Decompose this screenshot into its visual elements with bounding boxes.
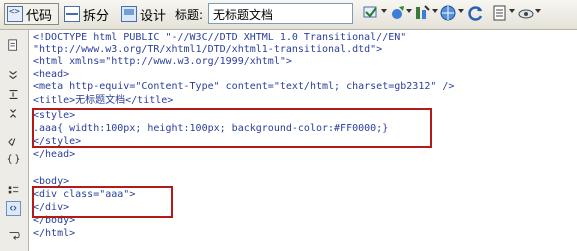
visual-aids-icon[interactable] bbox=[517, 4, 535, 22]
split-view-button[interactable]: 拆分 bbox=[62, 3, 117, 25]
div-block-highlight bbox=[32, 186, 173, 218]
view-options-dropdown-icon[interactable] bbox=[509, 9, 515, 13]
globe-icon[interactable] bbox=[439, 4, 457, 22]
compatibility-dropdown-icon[interactable] bbox=[432, 9, 438, 13]
open-documents-icon[interactable] bbox=[6, 38, 21, 53]
preview-dropdown-icon[interactable] bbox=[406, 9, 412, 13]
document-toolbar: 代码 拆分 设计 标题: 无标题文档 bbox=[0, 0, 577, 30]
word-wrap-icon[interactable] bbox=[6, 228, 21, 243]
code-view-icon bbox=[7, 6, 23, 22]
style-block-highlight bbox=[32, 108, 432, 148]
balance-braces-icon[interactable] bbox=[6, 152, 21, 167]
code-view-label: 代码 bbox=[26, 8, 53, 24]
design-view-label: 设计 bbox=[140, 8, 167, 24]
preview-browser-icon[interactable] bbox=[389, 4, 407, 22]
refresh-icon[interactable] bbox=[467, 4, 485, 22]
code-view-button[interactable]: 代码 bbox=[4, 3, 59, 25]
collapse-tag-icon[interactable] bbox=[6, 67, 21, 82]
line-numbers-icon[interactable] bbox=[6, 182, 21, 197]
code-line: </head> bbox=[33, 149, 76, 160]
highlight-invalid-code-icon[interactable] bbox=[6, 201, 21, 216]
visual-aids-dropdown-icon[interactable] bbox=[535, 9, 541, 13]
code-line: <html xmlns="http://www.w3.org/1999/xhtm… bbox=[33, 56, 292, 67]
split-view-label: 拆分 bbox=[83, 8, 110, 24]
code-line: <meta http-equiv="Content-Type" content=… bbox=[33, 81, 455, 92]
split-view-icon bbox=[64, 6, 80, 22]
coding-toolbar bbox=[0, 30, 29, 251]
globe-dropdown-icon[interactable] bbox=[458, 9, 464, 13]
check-compatibility-icon[interactable] bbox=[413, 4, 431, 22]
collapse-selection-icon[interactable] bbox=[6, 87, 21, 102]
select-parent-tag-icon[interactable] bbox=[6, 135, 21, 150]
file-management-icon[interactable] bbox=[362, 4, 380, 22]
code-line: </html> bbox=[33, 228, 76, 239]
title-label: 标题: bbox=[175, 8, 204, 22]
expand-all-icon[interactable] bbox=[6, 106, 21, 121]
view-options-icon[interactable] bbox=[491, 4, 509, 22]
file-management-dropdown-icon[interactable] bbox=[381, 9, 387, 13]
title-input[interactable]: 无标题文档 bbox=[208, 3, 353, 24]
code-line: <title>无标题文档</title> bbox=[33, 95, 174, 106]
design-view-button[interactable]: 设计 bbox=[119, 3, 174, 25]
design-view-icon bbox=[121, 6, 137, 22]
